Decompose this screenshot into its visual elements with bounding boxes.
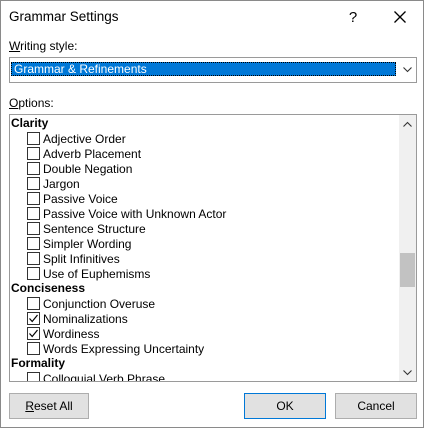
option-checkbox[interactable] — [27, 372, 40, 381]
option-label: Colloquial Verb Phrase — [43, 371, 166, 382]
option-item[interactable]: Colloquial Verb Phrase — [27, 371, 166, 382]
ok-label: OK — [276, 399, 294, 413]
category-header: Formality — [11, 356, 66, 370]
category-header: Clarity — [11, 116, 49, 130]
options-accel: O — [9, 96, 19, 110]
chevron-down-icon — [403, 369, 412, 375]
option-item[interactable]: Split Infinitives — [27, 251, 120, 266]
writing-style-accel: W — [9, 39, 21, 53]
cancel-label: Cancel — [357, 399, 395, 413]
option-label: Words Expressing Uncertainty — [43, 341, 205, 356]
writing-style-label-text: riting style: — [20, 39, 78, 53]
scroll-up-button[interactable] — [399, 115, 416, 132]
category-header: Conciseness — [11, 281, 86, 295]
options-label: Options: — [9, 96, 54, 110]
option-checkbox[interactable] — [27, 132, 40, 145]
option-item[interactable]: Conjunction Overuse — [27, 296, 155, 311]
scroll-down-button[interactable] — [399, 364, 416, 381]
close-button[interactable] — [385, 3, 415, 31]
chevron-up-icon — [403, 121, 412, 127]
option-item[interactable]: Jargon — [27, 176, 80, 191]
option-checkbox[interactable] — [27, 162, 40, 175]
option-label: Jargon — [43, 176, 80, 191]
writing-style-dropdown[interactable]: Grammar & Refinements — [9, 57, 417, 83]
writing-style-value: Grammar & Refinements — [11, 62, 396, 76]
option-checkbox[interactable] — [27, 207, 40, 220]
option-item[interactable]: Use of Euphemisms — [27, 266, 150, 281]
option-label: Passive Voice — [43, 191, 118, 206]
option-item[interactable]: Adjective Order — [27, 131, 126, 146]
reset-all-button[interactable]: Reset All — [9, 393, 89, 419]
help-button[interactable]: ? — [339, 3, 367, 31]
dropdown-button[interactable] — [398, 58, 416, 82]
reset-accel: R — [25, 399, 34, 413]
help-label: ? — [348, 8, 358, 26]
option-label: Double Negation — [43, 161, 133, 176]
option-label: Passive Voice with Unknown Actor — [43, 206, 227, 221]
option-label: Adjective Order — [43, 131, 126, 146]
option-checkbox[interactable] — [27, 177, 40, 190]
option-item[interactable]: Wordiness — [27, 326, 99, 341]
dialog-title: Grammar Settings — [9, 9, 119, 24]
option-checkbox[interactable] — [27, 147, 40, 160]
close-icon — [394, 11, 406, 23]
option-checkbox[interactable] — [27, 237, 40, 250]
option-checkbox[interactable] — [27, 297, 40, 310]
writing-style-label: Writing style: — [9, 39, 77, 53]
option-item[interactable]: Passive Voice — [27, 191, 118, 206]
option-item[interactable]: Simpler Wording — [27, 236, 131, 251]
ok-button[interactable]: OK — [244, 393, 326, 419]
option-label: Use of Euphemisms — [43, 266, 151, 281]
option-label: Adverb Placement — [43, 146, 142, 161]
option-label: Sentence Structure — [43, 221, 146, 236]
options-scrollbar[interactable] — [399, 115, 416, 381]
option-label: Conjunction Overuse — [43, 296, 156, 311]
option-checkbox[interactable] — [27, 327, 40, 340]
options-list[interactable]: Clarity Adjective Order Adverb Placement Do… — [9, 114, 417, 382]
option-label: Wordiness — [43, 326, 100, 341]
option-label: Split Infinitives — [43, 251, 120, 266]
options-label-text: ptions: — [18, 96, 54, 110]
option-checkbox[interactable] — [27, 267, 40, 280]
option-item[interactable]: Double Negation — [27, 161, 132, 176]
cancel-button[interactable]: Cancel — [335, 393, 417, 419]
chevron-down-icon — [402, 67, 412, 73]
option-item[interactable]: Nominalizations — [27, 311, 128, 326]
option-checkbox[interactable] — [27, 342, 40, 355]
checkmark-icon — [29, 329, 38, 338]
option-item[interactable]: Sentence Structure — [27, 221, 146, 236]
option-checkbox[interactable] — [27, 312, 40, 325]
option-item[interactable]: Passive Voice with Unknown Actor — [27, 206, 226, 221]
grammar-settings-dialog: Grammar Settings ? Writing style: Gramma… — [0, 0, 424, 428]
option-label: Nominalizations — [43, 311, 128, 326]
option-item[interactable]: Words Expressing Uncertainty — [27, 341, 204, 356]
option-item[interactable]: Adverb Placement — [27, 146, 141, 161]
option-label: Simpler Wording — [43, 236, 132, 251]
checkmark-icon — [29, 314, 38, 323]
scroll-thumb[interactable] — [400, 253, 415, 287]
option-checkbox[interactable] — [27, 192, 40, 205]
option-checkbox[interactable] — [27, 252, 40, 265]
reset-label: eset All — [33, 399, 73, 413]
option-checkbox[interactable] — [27, 222, 40, 235]
